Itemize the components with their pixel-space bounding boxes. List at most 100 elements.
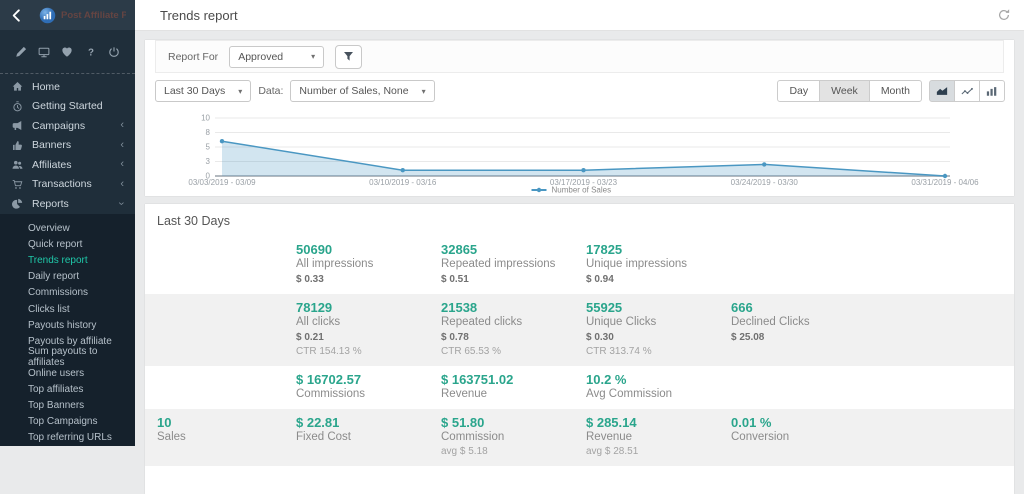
area-chart-button[interactable]: [929, 80, 955, 102]
sidebar-item-home[interactable]: Home: [0, 77, 135, 97]
brand-name: Post Affiliate Pro: [61, 10, 126, 21]
sidebar-item-label: Transactions: [32, 178, 92, 190]
refresh-icon[interactable]: [997, 8, 1011, 22]
stat-money: $ 0.78: [441, 332, 586, 343]
stat-avg-commission: 10.2 %Avg Commission: [586, 372, 731, 400]
filter-button[interactable]: [335, 45, 362, 69]
stats-row: 78129All clicks$ 0.21CTR 154.13 %21538Re…: [145, 294, 1014, 366]
sidebar-item-banners[interactable]: Banners‹: [0, 136, 135, 156]
stat-note: avg $ 5.18: [441, 446, 586, 457]
sidebar-item-affiliates[interactable]: Affiliates‹: [0, 155, 135, 175]
stat-declined-clicks: 666Declined Clicks$ 25.08: [731, 300, 1014, 357]
line-chart-button[interactable]: [954, 80, 980, 102]
chevron-left-icon: ‹: [120, 120, 124, 131]
data-point[interactable]: [581, 168, 585, 172]
stat-value: 32865: [441, 242, 586, 257]
cart-icon: [12, 179, 23, 190]
main-content: Report For Approved ▾ Last 30 Days ▾ Dat…: [135, 31, 1024, 439]
period-button-day[interactable]: Day: [777, 80, 820, 102]
stat-label: Commissions: [296, 388, 441, 400]
stat-label: Sales: [157, 431, 296, 443]
help-icon[interactable]: ?: [85, 46, 97, 58]
app-logo-icon[interactable]: [39, 7, 56, 24]
submenu-item-overview[interactable]: Overview: [0, 221, 135, 237]
caret-down-icon: ▾: [416, 87, 426, 96]
stat-commissions: $ 16702.57Commissions: [296, 372, 441, 400]
stat-commission: $ 51.80Commissionavg $ 5.18: [441, 415, 586, 457]
report-for-label: Report For: [168, 51, 218, 63]
bar-chart-button[interactable]: [979, 80, 1005, 102]
stat-value: 55925: [586, 300, 731, 315]
y-axis-tick-label: 8: [206, 128, 211, 137]
x-axis-tick-label: 03/24/2019 - 03/30: [731, 178, 799, 187]
stats-row: $ 16702.57Commissions$ 163751.02Revenue1…: [145, 366, 1014, 409]
stat-label: Conversion: [731, 431, 1014, 443]
stat-all-impressions: 50690All impressions$ 0.33: [296, 242, 441, 285]
data-series-select[interactable]: Number of Sales, None ▾: [290, 80, 434, 102]
stat-label: Revenue: [586, 431, 731, 443]
stats-card: Last 30 Days 50690All impressions$ 0.333…: [145, 204, 1014, 494]
stat-label: Avg Commission: [586, 388, 731, 400]
sidebar-item-label: Campaigns: [32, 120, 85, 132]
pencil-icon[interactable]: [15, 46, 27, 58]
submenu-item-quick-report[interactable]: Quick report: [0, 237, 135, 253]
sidebar-item-label: Affiliates: [32, 159, 72, 171]
x-axis-tick-label: 03/10/2019 - 03/16: [369, 178, 437, 187]
data-point[interactable]: [401, 168, 405, 172]
stat-note: CTR 313.74 %: [586, 346, 731, 357]
home-icon: [12, 81, 23, 92]
submenu-item-trends-report[interactable]: Trends report: [0, 253, 135, 269]
stat-unique-impressions: 17825Unique impressions$ 0.94: [586, 242, 731, 285]
submenu-item-clicks-list[interactable]: Clicks list: [0, 301, 135, 317]
period-button-month[interactable]: Month: [869, 80, 922, 102]
stat-note: CTR 154.13 %: [296, 346, 441, 357]
heart-icon[interactable]: [61, 46, 73, 58]
sidebar-item-transactions[interactable]: Transactions‹: [0, 175, 135, 195]
submenu-item-top-campaigns[interactable]: Top Campaigns: [0, 414, 135, 430]
stat-money: $ 0.21: [296, 332, 441, 343]
submenu-item-top-referring-urls[interactable]: Top referring URLs: [0, 430, 135, 446]
stat-label: Repeated clicks: [441, 316, 586, 328]
date-range-value: Last 30 Days: [164, 85, 225, 97]
sidebar-item-reports[interactable]: Reports‹: [0, 194, 135, 214]
stat-value: $ 16702.57: [296, 372, 441, 387]
stat-revenue: $ 163751.02Revenue: [441, 372, 586, 400]
stat-label: Revenue: [441, 388, 586, 400]
stat-value: $ 51.80: [441, 415, 586, 430]
date-range-select[interactable]: Last 30 Days ▾: [155, 80, 251, 102]
stats-row: 10Sales$ 22.81Fixed Cost$ 51.80Commissio…: [145, 409, 1014, 466]
stat-value: $ 163751.02: [441, 372, 586, 387]
power-icon[interactable]: [108, 46, 120, 58]
back-icon[interactable]: [9, 8, 24, 23]
submenu-item-top-banners[interactable]: Top Banners: [0, 398, 135, 414]
stat-value: $ 22.81: [296, 415, 441, 430]
submenu-item-sum-payouts-to-affiliates[interactable]: Sum payouts to affiliates: [0, 349, 135, 365]
stat-value: 17825: [586, 242, 731, 257]
stat-empty: [157, 300, 296, 357]
report-for-select[interactable]: Approved ▾: [229, 46, 324, 68]
stat-note: CTR 65.53 %: [441, 346, 586, 357]
submenu-item-commissions[interactable]: Commissions: [0, 285, 135, 301]
stats-period-title: Last 30 Days: [145, 205, 1014, 236]
period-button-week[interactable]: Week: [819, 80, 870, 102]
sidebar-item-getting-started[interactable]: Getting Started: [0, 97, 135, 117]
submenu-item-payouts-history[interactable]: Payouts history: [0, 317, 135, 333]
users-icon: [12, 159, 23, 170]
submenu-item-top-affiliates[interactable]: Top affiliates: [0, 381, 135, 397]
stat-note: avg $ 28.51: [586, 446, 731, 457]
sidebar-icon-row: ?: [0, 30, 135, 74]
stat-money: $ 0.94: [586, 274, 731, 285]
monitor-icon[interactable]: [38, 46, 50, 58]
submenu-item-daily-report[interactable]: Daily report: [0, 269, 135, 285]
pie-icon: [12, 198, 23, 209]
trends-chart: 03581003/03/2019 - 03/0903/10/2019 - 03/…: [145, 102, 1014, 196]
legend-label: Number of Sales: [552, 186, 612, 195]
sidebar: ? HomeGetting StartedCampaigns‹Banners‹A…: [0, 30, 135, 439]
data-point[interactable]: [220, 139, 224, 143]
sidebar-menu: HomeGetting StartedCampaigns‹Banners‹Aff…: [0, 74, 135, 214]
stat-money: $ 0.33: [296, 274, 441, 285]
caret-down-icon: ▾: [305, 52, 315, 61]
data-point[interactable]: [762, 162, 766, 166]
x-axis-tick-label: 03/31/2019 - 04/06: [911, 178, 979, 187]
sidebar-item-campaigns[interactable]: Campaigns ‹: [0, 116, 135, 136]
